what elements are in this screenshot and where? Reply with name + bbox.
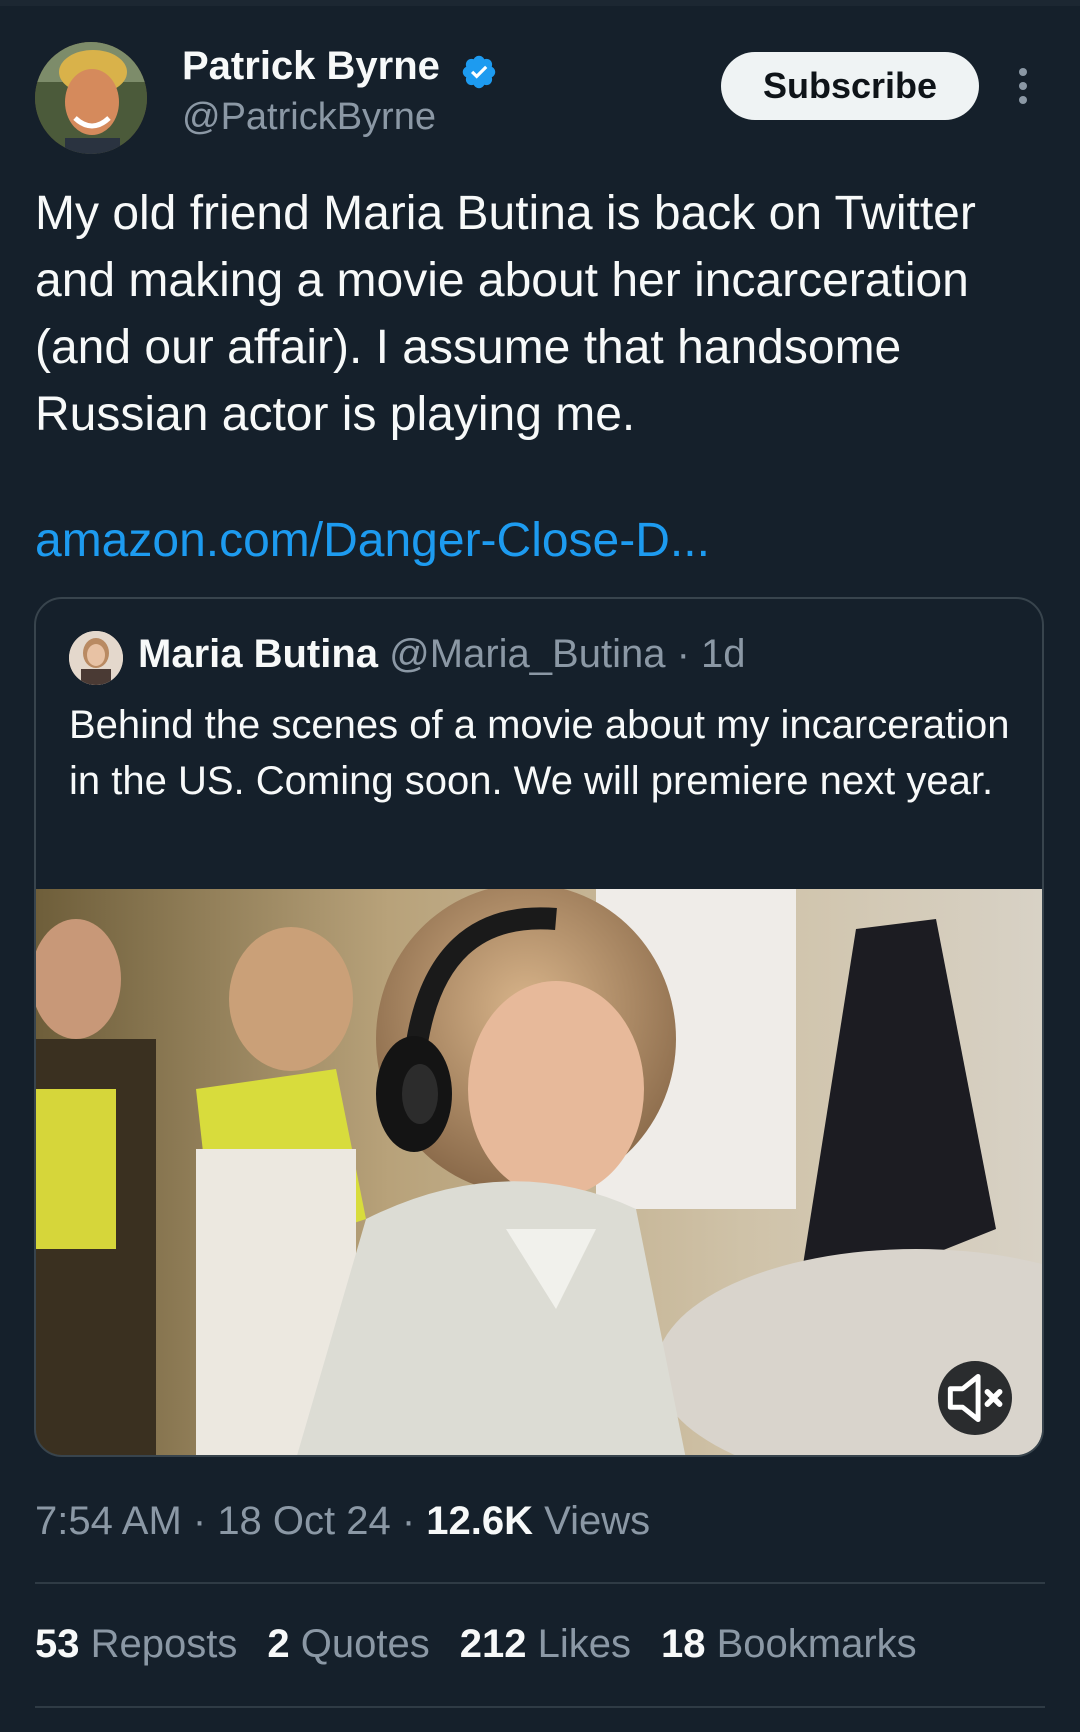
- views-count: 12.6K: [426, 1499, 534, 1543]
- stat-count: 18: [660, 1622, 706, 1666]
- tweet-link[interactable]: amazon.com/Danger-Close-D...: [35, 513, 710, 568]
- tweet-text: My old friend Maria Butina is back on Tw…: [35, 187, 976, 441]
- author-name[interactable]: Patrick Byrne: [182, 44, 440, 89]
- reposts-stat[interactable]: 53 Reposts: [35, 1622, 237, 1666]
- verified-badge-icon: [462, 55, 496, 89]
- stat-label: Bookmarks: [716, 1622, 917, 1666]
- quotes-stat[interactable]: 2 Quotes: [267, 1622, 429, 1666]
- quote-video[interactable]: [36, 889, 1042, 1455]
- author-handle[interactable]: @PatrickByrne: [182, 96, 436, 139]
- meta-separator-2: ·: [390, 1499, 427, 1543]
- muted-speaker-icon: [947, 1373, 1003, 1423]
- subscribe-button[interactable]: Subscribe: [721, 52, 979, 120]
- stat-label: Reposts: [90, 1622, 238, 1666]
- stat-label: Likes: [537, 1622, 631, 1666]
- author-avatar[interactable]: [35, 42, 147, 154]
- quote-separator: ·: [665, 632, 702, 676]
- stat-label: Quotes: [300, 1622, 430, 1666]
- top-divider: [0, 0, 1080, 6]
- stats-divider: [35, 1706, 1045, 1708]
- quoted-tweet[interactable]: Maria Butina @Maria_Butina · 1d Behind t…: [34, 597, 1044, 1457]
- meta-separator-1: ·: [181, 1499, 218, 1543]
- quote-header: Maria Butina @Maria_Butina · 1d: [138, 632, 746, 677]
- more-vertical-icon[interactable]: [1010, 66, 1036, 106]
- quote-author-handle[interactable]: @Maria_Butina: [389, 632, 665, 676]
- likes-stat[interactable]: 212 Likes: [460, 1622, 631, 1666]
- tweet-meta: 7:54 AM · 18 Oct 24 · 12.6K Views: [35, 1499, 650, 1544]
- tweet-time[interactable]: 7:54 AM: [35, 1499, 182, 1543]
- stat-count: 53: [35, 1622, 80, 1666]
- bookmarks-stat[interactable]: 18 Bookmarks: [661, 1622, 917, 1666]
- stat-count: 212: [459, 1622, 527, 1666]
- mute-button[interactable]: [938, 1361, 1012, 1435]
- engagement-stats: 53 Reposts 2 Quotes 212 Likes 18 Bookmarks: [35, 1622, 947, 1667]
- quote-age: 1d: [701, 632, 746, 676]
- tweet-date[interactable]: 18 Oct 24: [217, 1499, 390, 1543]
- quote-author-name[interactable]: Maria Butina: [138, 632, 378, 676]
- views-label: Views: [544, 1499, 651, 1543]
- quote-text: Behind the scenes of a movie about my in…: [69, 703, 1010, 803]
- meta-divider: [35, 1582, 1045, 1584]
- quote-author-avatar[interactable]: [69, 631, 123, 685]
- stat-count: 2: [267, 1622, 290, 1666]
